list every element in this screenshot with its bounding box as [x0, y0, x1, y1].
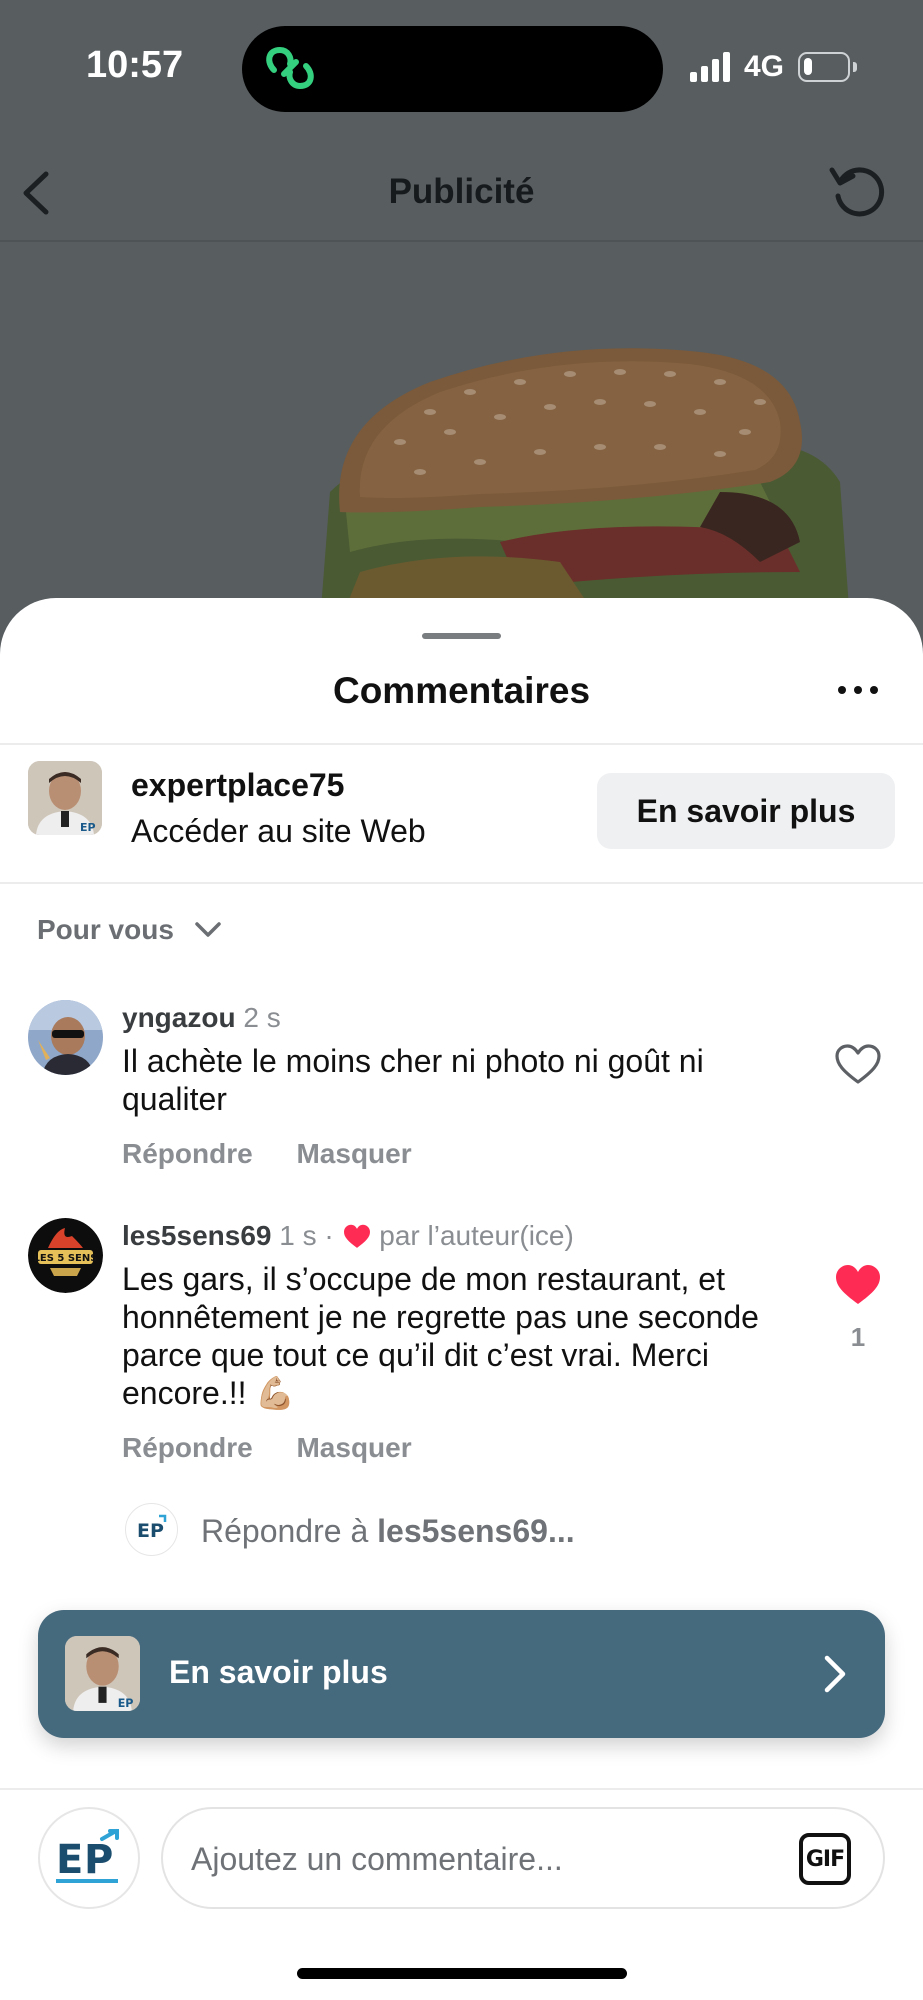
avatar-logo-text: LES 5 SENS [34, 1253, 98, 1264]
battery-cap [853, 62, 857, 72]
signal-bars-icon [690, 52, 730, 82]
sponsor-avatar[interactable]: EP [28, 761, 102, 835]
sort-dropdown[interactable]: Pour vous [37, 914, 174, 946]
sponsor-name[interactable]: expertplace75 [131, 767, 344, 804]
avatar[interactable] [28, 1000, 103, 1075]
user-avatar[interactable]: E P [38, 1807, 140, 1909]
comment-username[interactable]: yngazou [122, 1002, 236, 1033]
heart-outline-icon[interactable] [833, 1040, 883, 1090]
cta-label: En savoir plus [169, 1654, 388, 1690]
sponsor-row[interactable]: EP expertplace75 Accéder au site Web En … [0, 745, 923, 881]
network-type: 4G [744, 50, 785, 83]
refresh-icon[interactable] [826, 160, 886, 220]
sponsor-avatar: EP [65, 1636, 140, 1711]
home-indicator[interactable] [297, 1968, 627, 1979]
more-horizontal-icon[interactable] [830, 670, 886, 710]
burger-image [320, 348, 850, 612]
sheet-title: Commentaires [332, 670, 591, 711]
svg-text:EP: EP [80, 821, 96, 834]
comment-item: yngazou 2 s Il achète le moins cher ni p… [0, 1000, 923, 1200]
reply-button[interactable]: Répondre [122, 1138, 253, 1169]
comment-actions: Répondre Masquer [122, 1138, 448, 1170]
ad-video[interactable] [0, 242, 923, 612]
avatar: EP [125, 1503, 178, 1556]
comment-input[interactable]: Ajoutez un commentaire... GIF [161, 1807, 885, 1909]
chevron-right-icon [824, 1655, 846, 1693]
ep-logo-icon: EP [137, 1520, 164, 1542]
nav-bar: Publicité [0, 140, 923, 240]
sponsor-subtitle[interactable]: Accéder au site Web [131, 813, 426, 850]
comment-header: les5sens69 1 s · par l’auteur(ice) [122, 1220, 574, 1252]
activity-link-icon [266, 46, 314, 90]
reply-prompt[interactable]: EP Répondre à les5sens69... [125, 1503, 725, 1559]
comment-time: 2 s [243, 1002, 281, 1033]
comment-header: yngazou 2 s [122, 1002, 281, 1034]
divider [0, 882, 923, 884]
dynamic-island [242, 26, 663, 112]
comments-sheet: Commentaires EP expertplace75 Accéder au… [0, 598, 923, 2000]
comment-item: LES 5 SENS les5sens69 1 s · par l’auteur… [0, 1218, 923, 1478]
comment-actions: Répondre Masquer [122, 1432, 448, 1464]
svg-text:EP: EP [118, 1697, 134, 1710]
battery-icon [798, 52, 850, 82]
comment-input-placeholder: Ajoutez un commentaire... [191, 1841, 563, 1877]
comment-time: 1 s · [279, 1220, 334, 1251]
heart-filled-icon [343, 1224, 370, 1248]
heart-filled-icon[interactable] [833, 1260, 883, 1310]
status-time: 10:57 [86, 44, 184, 86]
hide-button[interactable]: Masquer [296, 1432, 411, 1463]
gif-button[interactable]: GIF [799, 1833, 851, 1885]
learn-more-button[interactable]: En savoir plus [597, 773, 895, 849]
like-count: 1 [850, 1322, 866, 1352]
hide-button[interactable]: Masquer [296, 1138, 411, 1169]
learn-more-banner[interactable]: EP En savoir plus [38, 1610, 885, 1738]
page-title: Publicité [388, 172, 535, 211]
sheet-grabber[interactable] [422, 633, 501, 639]
reply-prompt-text[interactable]: Répondre à les5sens69... [201, 1513, 575, 1550]
svg-text:P: P [84, 1837, 113, 1883]
svg-text:E: E [56, 1837, 83, 1883]
comment-text: Les gars, il s’occupe de mon restaurant,… [122, 1261, 759, 1411]
avatar[interactable]: LES 5 SENS [28, 1218, 103, 1293]
author-like-label: par l’auteur(ice) [379, 1220, 574, 1251]
comment-text: Il achète le moins cher ni photo ni goût… [122, 1043, 704, 1117]
divider [0, 1788, 923, 1790]
chevron-down-icon[interactable] [194, 920, 222, 940]
status-bar: 10:57 4G [0, 0, 923, 140]
reply-button[interactable]: Répondre [122, 1432, 253, 1463]
comment-username[interactable]: les5sens69 [122, 1220, 271, 1251]
